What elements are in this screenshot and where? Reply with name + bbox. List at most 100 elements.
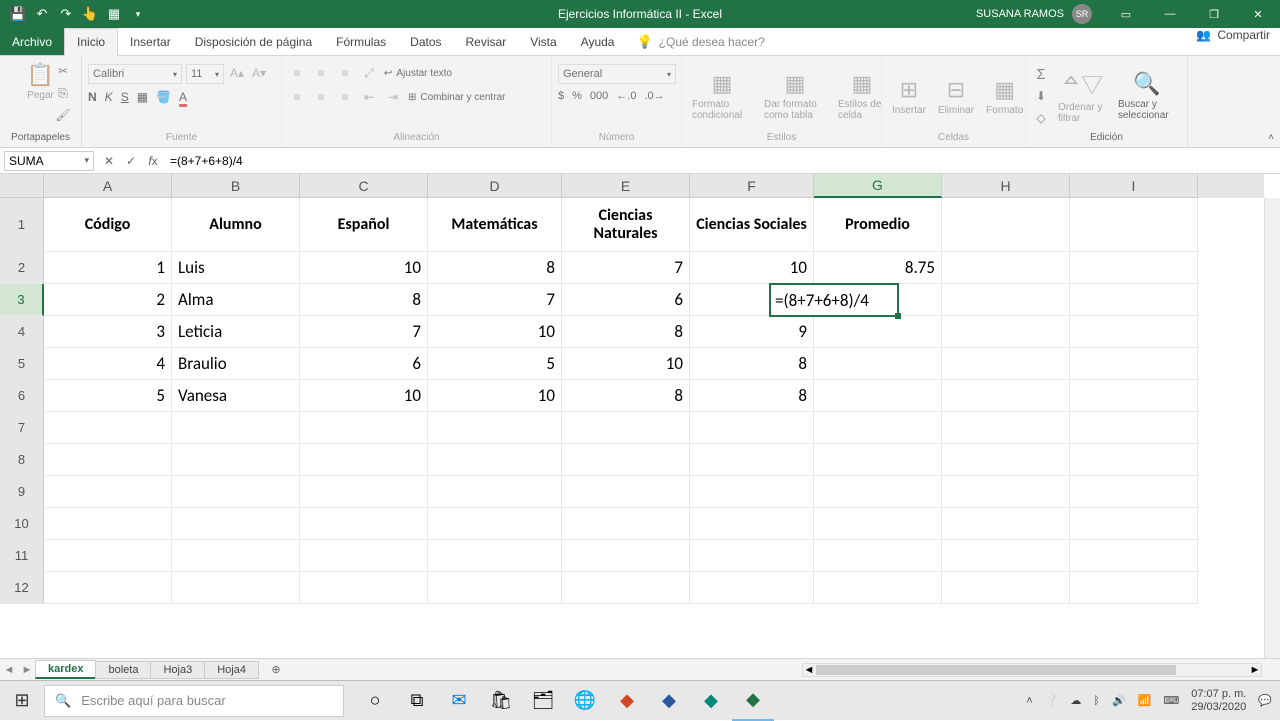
row-header-11[interactable]: 11 <box>0 540 44 572</box>
delete-cells-button[interactable]: ⊟Eliminar <box>934 75 978 118</box>
tray-clock[interactable]: 07:07 p. m.29/03/2020 <box>1191 688 1246 712</box>
cell[interactable]: 5 <box>428 348 562 380</box>
sheet-tab-hoja3[interactable]: Hoja3 <box>150 661 205 679</box>
tray-onedrive-icon[interactable]: ☁ <box>1070 694 1081 707</box>
cell[interactable] <box>428 476 562 508</box>
cell[interactable] <box>172 572 300 604</box>
cell[interactable]: 10 <box>690 252 814 284</box>
row-header-2[interactable]: 2 <box>0 252 44 284</box>
align-bottom-icon[interactable]: ≡ <box>336 64 354 82</box>
formula-input[interactable] <box>164 154 1280 168</box>
tray-bluetooth-icon[interactable]: ᛒ <box>1093 695 1100 707</box>
cell[interactable]: 8 <box>690 284 814 316</box>
align-left-icon[interactable]: ≡ <box>288 88 306 106</box>
align-center-icon[interactable]: ≡ <box>312 88 330 106</box>
cell[interactable] <box>562 572 690 604</box>
decrease-font-icon[interactable]: A▾ <box>250 64 268 82</box>
tab-ayuda[interactable]: Ayuda <box>569 28 627 55</box>
cell[interactable] <box>300 444 428 476</box>
row-header-6[interactable]: 6 <box>0 380 44 412</box>
row-header-12[interactable]: 12 <box>0 572 44 604</box>
name-box-dropdown-icon[interactable]: ▾ <box>84 155 89 166</box>
row-header-10[interactable]: 10 <box>0 508 44 540</box>
cell[interactable] <box>814 540 942 572</box>
decrease-decimal-icon[interactable]: .0→ <box>644 90 664 102</box>
cell[interactable]: Luis <box>172 252 300 284</box>
cell[interactable]: 10 <box>562 348 690 380</box>
col-header-D[interactable]: D <box>428 174 562 198</box>
tab-insertar[interactable]: Insertar <box>118 28 183 55</box>
cell[interactable]: 8 <box>428 252 562 284</box>
cell[interactable] <box>428 540 562 572</box>
cell[interactable] <box>428 572 562 604</box>
cell[interactable] <box>942 572 1070 604</box>
clear-icon[interactable]: ◇ <box>1032 109 1050 127</box>
share-button[interactable]: 👥Compartir <box>1196 28 1270 42</box>
cell[interactable]: 3 <box>44 316 172 348</box>
cell[interactable] <box>44 540 172 572</box>
tray-notifications-icon[interactable]: 💬 <box>1258 694 1272 707</box>
comma-icon[interactable]: 000 <box>590 90 608 102</box>
sheet-tab-boleta[interactable]: boleta <box>95 661 151 679</box>
user-avatar[interactable]: SR <box>1072 4 1092 24</box>
cell[interactable] <box>300 508 428 540</box>
tray-chevron-icon[interactable]: ˄ <box>1026 695 1032 707</box>
cell[interactable] <box>562 412 690 444</box>
cell[interactable]: Promedio <box>814 198 942 252</box>
cell[interactable]: 5 <box>44 380 172 412</box>
cell[interactable]: Ciencias Naturales <box>562 198 690 252</box>
font-name-selector[interactable]: Calibri▾ <box>88 64 182 84</box>
cell[interactable] <box>428 444 562 476</box>
cell[interactable] <box>942 380 1070 412</box>
horizontal-scrollbar[interactable]: ◄► <box>802 663 1262 677</box>
cell[interactable] <box>1070 284 1198 316</box>
currency-icon[interactable]: $ <box>558 90 564 102</box>
row-header-9[interactable]: 9 <box>0 476 44 508</box>
autosum-icon[interactable]: Σ <box>1032 65 1050 83</box>
cell[interactable] <box>172 540 300 572</box>
col-header-F[interactable]: F <box>690 174 814 198</box>
conditional-format-button[interactable]: ▦Formato condicional <box>688 69 756 123</box>
cortana-icon[interactable]: ○ <box>354 681 396 721</box>
cell[interactable]: Alumno <box>172 198 300 252</box>
cell[interactable] <box>942 412 1070 444</box>
align-right-icon[interactable]: ≡ <box>336 88 354 106</box>
cell[interactable] <box>690 540 814 572</box>
underline-button[interactable]: S <box>121 90 129 107</box>
tray-help-icon[interactable]: ❔ <box>1045 694 1059 707</box>
format-cells-button[interactable]: ▦Formato <box>982 75 1027 118</box>
user-name[interactable]: SUSANA RAMOS <box>976 8 1064 20</box>
tab-formulas[interactable]: Fórmulas <box>324 28 398 55</box>
sheet-nav-next-icon[interactable]: ► <box>18 664 36 676</box>
cell[interactable] <box>942 284 1070 316</box>
cell[interactable] <box>44 476 172 508</box>
align-top-icon[interactable]: ≡ <box>288 64 306 82</box>
cancel-formula-icon[interactable]: ✕ <box>98 148 120 173</box>
indent-dec-icon[interactable]: ⇤ <box>360 88 378 106</box>
cell[interactable] <box>562 540 690 572</box>
undo-icon[interactable]: ↶ <box>34 6 50 22</box>
tab-archivo[interactable]: Archivo <box>0 28 64 55</box>
col-header-E[interactable]: E <box>562 174 690 198</box>
cell[interactable] <box>942 444 1070 476</box>
cell[interactable]: Vanesa <box>172 380 300 412</box>
cell[interactable] <box>1070 198 1198 252</box>
orientation-icon[interactable]: ⤢ <box>360 64 378 82</box>
tab-inicio[interactable]: Inicio <box>64 28 118 56</box>
collapse-ribbon-icon[interactable]: ˄ <box>1268 132 1274 143</box>
redo-icon[interactable]: ↷ <box>58 6 74 22</box>
cell[interactable]: 2 <box>44 284 172 316</box>
number-format-selector[interactable]: General▾ <box>558 64 676 84</box>
cell[interactable] <box>942 316 1070 348</box>
cell[interactable] <box>814 284 942 316</box>
enter-formula-icon[interactable]: ✓ <box>120 148 142 173</box>
tab-revisar[interactable]: Revisar <box>454 28 519 55</box>
taskbar-search[interactable]: 🔍Escribe aquí para buscar <box>44 685 344 717</box>
row-header-7[interactable]: 7 <box>0 412 44 444</box>
cell[interactable] <box>942 508 1070 540</box>
vertical-scrollbar[interactable] <box>1264 198 1280 658</box>
tab-datos[interactable]: Datos <box>398 28 453 55</box>
cell[interactable] <box>562 476 690 508</box>
col-header-A[interactable]: A <box>44 174 172 198</box>
name-box[interactable]: SUMA▾ <box>4 151 94 171</box>
